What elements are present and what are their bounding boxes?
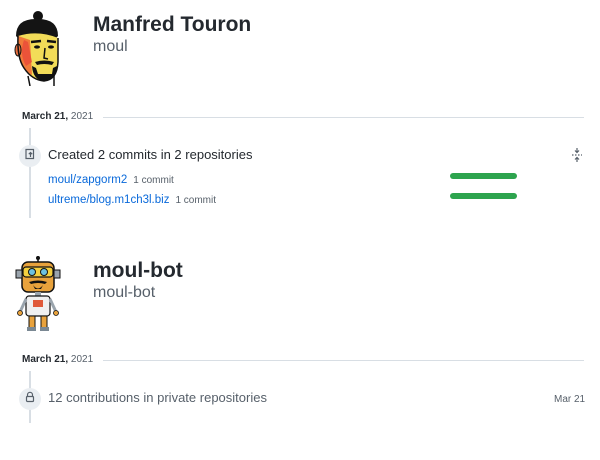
commit-count: 1 commit (175, 195, 217, 206)
user-full-name: moul-bot (93, 259, 183, 282)
timeline-badge (19, 145, 41, 167)
date-divider (103, 117, 584, 118)
avatar[interactable] (12, 256, 64, 332)
date-month-day: March 21, (22, 111, 69, 122)
user-login: moul (93, 38, 128, 55)
timeline-badge (19, 388, 41, 410)
activity-summary: 12 contributions in private repositories (48, 390, 267, 405)
user-login: moul-bot (93, 284, 156, 301)
date-heading: March 21, 2021 (22, 354, 93, 365)
lock-icon (24, 390, 36, 408)
collapse-toggle-icon[interactable] (571, 148, 583, 162)
repo-link[interactable]: moul/zapgorm2 (48, 174, 127, 186)
timeline-line (29, 128, 31, 218)
activity-summary: Created 2 commits in 2 repositories (48, 147, 253, 162)
date-year: 2021 (70, 354, 94, 365)
date-divider (103, 360, 584, 361)
repo-row: moul/zapgorm2 1 commit (48, 170, 174, 188)
commit-bar (450, 193, 517, 199)
date-year: 2021 (70, 111, 94, 122)
repo-row: ultreme/blog.m1ch3l.biz 1 commit (48, 190, 216, 208)
repo-link[interactable]: ultreme/blog.m1ch3l.biz (48, 194, 169, 206)
activity-date: Mar 21 (554, 394, 586, 405)
date-month-day: March 21, (22, 354, 69, 365)
date-heading: March 21, 2021 (22, 111, 93, 122)
commit-count: 1 commit (133, 175, 174, 186)
user-full-name: Manfred Touron (93, 13, 252, 36)
avatar[interactable] (10, 10, 66, 87)
commit-bar (450, 173, 517, 179)
repo-push-icon (24, 147, 36, 165)
